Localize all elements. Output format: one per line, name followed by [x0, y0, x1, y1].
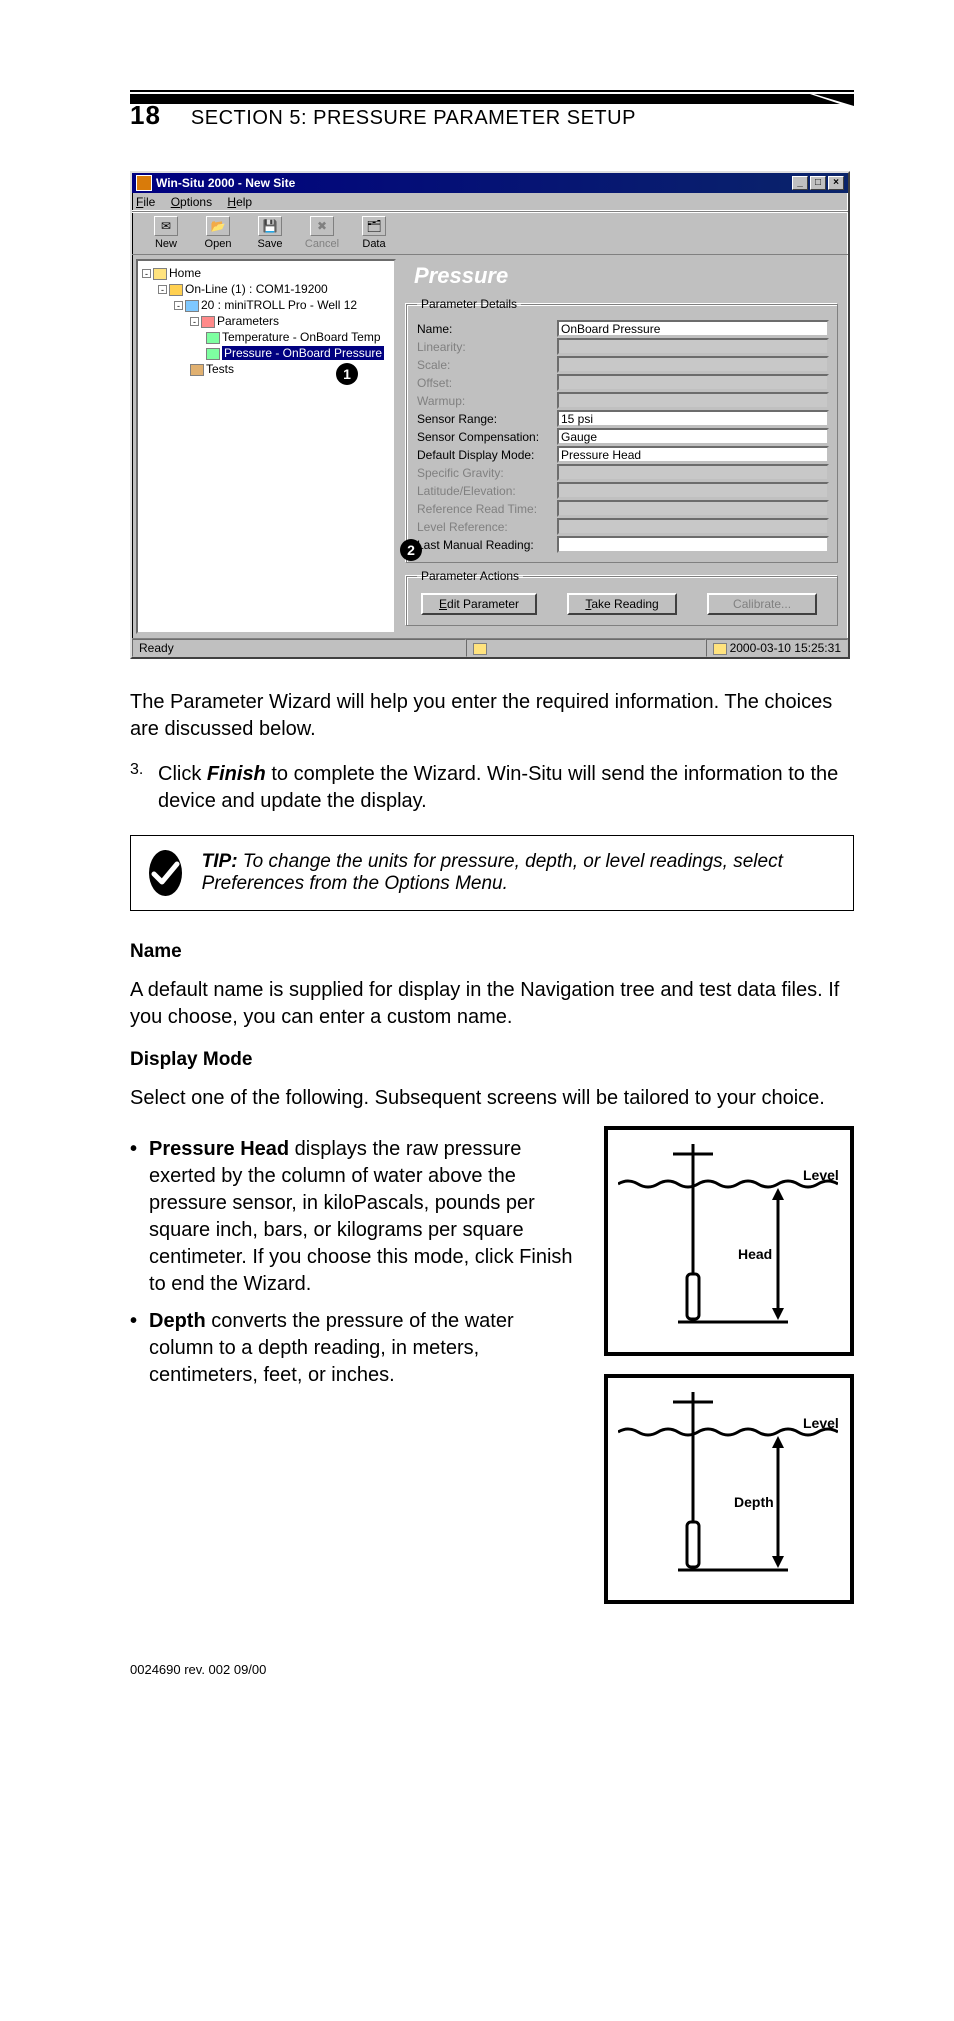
maximize-button[interactable]: □	[810, 176, 826, 190]
window-title: Win-Situ 2000 - New Site	[156, 176, 792, 190]
calibrate-button: Calibrate...	[707, 593, 817, 615]
menu-options[interactable]: Options	[171, 195, 212, 209]
heading-name: Name	[130, 941, 854, 963]
edit-parameter-button[interactable]: Edit Parameter	[421, 593, 537, 615]
paragraph-name: A default name is supplied for display i…	[130, 977, 854, 1031]
toolbar-cancel: ✖Cancel	[300, 216, 344, 250]
app-icon	[136, 175, 152, 191]
toolbar: ✉New 📂Open 💾Save ✖Cancel 🗂Data	[132, 211, 848, 255]
diagram-depth: Level Depth	[604, 1374, 854, 1604]
menu-bar: File Options Help	[132, 193, 848, 211]
paragraph-intro: The Parameter Wizard will help you enter…	[130, 689, 854, 743]
header-rule	[130, 90, 854, 106]
diagram-head: Level Head	[604, 1126, 854, 1356]
details-pane: Pressure Parameter Details Name:OnBoard …	[400, 255, 848, 638]
clock-icon	[713, 643, 727, 655]
app-window: Win-Situ 2000 - New Site _ □ × File Opti…	[130, 171, 850, 659]
title-bar: Win-Situ 2000 - New Site _ □ ×	[132, 173, 848, 193]
toolbar-open[interactable]: 📂Open	[196, 216, 240, 250]
bullet-pressure-head: Pressure Head displays the raw pressure …	[130, 1136, 580, 1298]
svg-text:Level: Level	[803, 1167, 838, 1183]
close-button[interactable]: ×	[828, 176, 844, 190]
parameter-actions: Parameter Actions Edit Parameter Take Re…	[406, 569, 838, 626]
svg-text:Depth: Depth	[734, 1494, 774, 1510]
minimize-button[interactable]: _	[792, 176, 808, 190]
status-bar: Ready 2000-03-10 15:25:31	[132, 638, 848, 657]
check-icon	[149, 850, 182, 896]
footer: 0024690 rev. 002 09/00	[130, 1662, 854, 1677]
take-reading-button[interactable]: Take Reading	[567, 593, 677, 615]
svg-text:Level: Level	[803, 1415, 838, 1431]
toolbar-new[interactable]: ✉New	[144, 216, 188, 250]
toolbar-data[interactable]: 🗂Data	[352, 216, 396, 250]
toolbar-save[interactable]: 💾Save	[248, 216, 292, 250]
bullet-depth: Depth converts the pressure of the water…	[130, 1308, 580, 1389]
callout-2: 2	[400, 539, 422, 561]
svg-text:Head: Head	[738, 1246, 772, 1262]
callout-1: 1	[336, 363, 358, 385]
nav-tree[interactable]: -Home -On-Line (1) : COM1-19200 -20 : mi…	[136, 259, 396, 634]
paragraph-mode: Select one of the following. Subsequent …	[130, 1085, 854, 1112]
pane-title: Pressure	[406, 261, 838, 291]
menu-file[interactable]: File	[136, 195, 155, 209]
parameter-details: Parameter Details Name:OnBoard Pressure …	[406, 297, 838, 563]
menu-help[interactable]: Help	[227, 195, 252, 209]
status-icon	[473, 643, 487, 655]
heading-display-mode: Display Mode	[130, 1049, 854, 1071]
tip-box: TIP: To change the units for pressure, d…	[130, 835, 854, 911]
section-title: SECTION 5: PRESSURE PARAMETER SETUP	[191, 107, 636, 130]
step-3: 3. Click Finish to complete the Wizard. …	[130, 761, 854, 815]
